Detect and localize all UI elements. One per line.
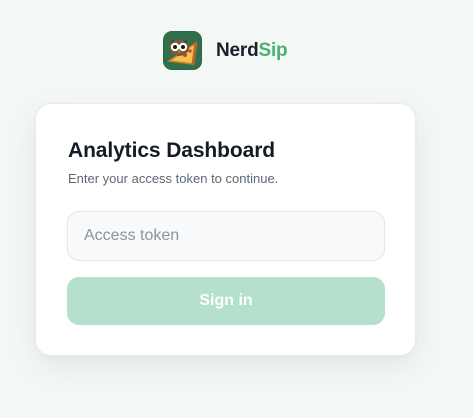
owl-pizza-logo-icon: [163, 31, 202, 70]
sign-in-button[interactable]: Sign in: [67, 277, 385, 325]
brand-name-accent: Sip: [258, 40, 288, 61]
brand-header: NerdSip: [163, 31, 288, 70]
page-subtitle: Enter your access token to continue.: [68, 171, 279, 186]
brand-name: NerdSip: [216, 40, 288, 61]
login-card: Analytics Dashboard Enter your access to…: [35, 103, 416, 356]
brand-name-primary: Nerd: [216, 40, 259, 61]
access-token-input[interactable]: [67, 211, 385, 261]
page-title: Analytics Dashboard: [68, 139, 275, 162]
